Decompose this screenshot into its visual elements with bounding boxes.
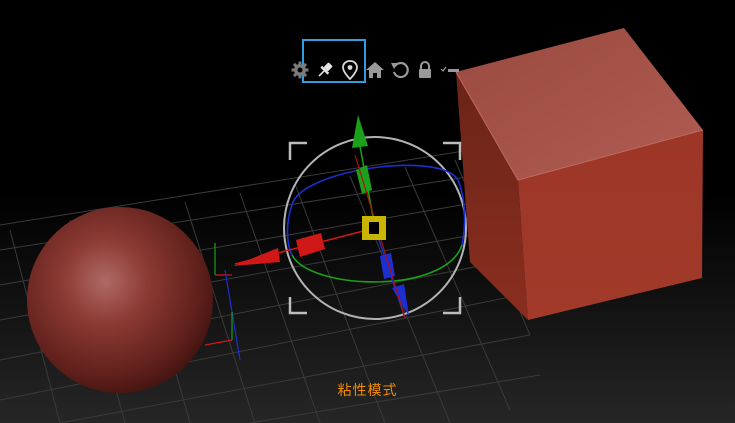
reset-icon[interactable] [390,59,410,81]
location-pin-icon[interactable] [340,59,360,81]
z-axis-scale-handle[interactable] [380,253,395,279]
sphere-object[interactable] [27,207,213,393]
mode-label: 粘性模式 [337,383,398,399]
pin-icon[interactable] [315,59,335,81]
gear-icon[interactable] [290,59,310,81]
z-axis-arrow[interactable] [392,284,409,316]
gizmo-center-handle[interactable] [362,216,386,240]
gizmo-toolbar [290,57,460,83]
transform-gizmo[interactable] [233,115,467,320]
x-axis-arrow[interactable] [233,248,280,266]
rotation-ring-z[interactable] [291,164,459,206]
y-axis-arrow[interactable] [352,115,368,148]
3d-viewport[interactable]: 粘性模式 [0,0,735,423]
home-icon[interactable] [365,59,385,81]
lock-icon[interactable] [415,59,435,81]
cube-object[interactable] [455,28,704,320]
y-axis-scale-handle[interactable] [356,165,372,194]
options-dropdown-icon[interactable] [440,59,460,81]
